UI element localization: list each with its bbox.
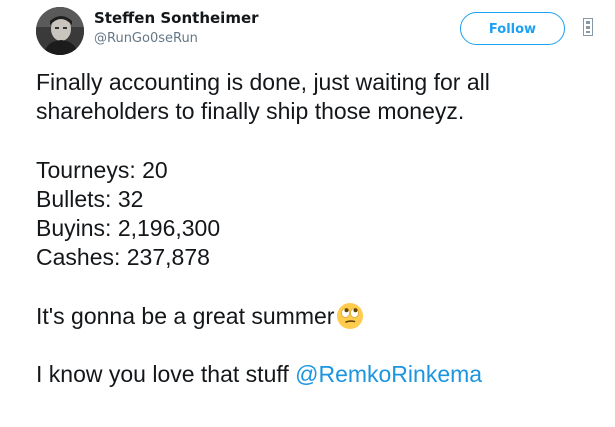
tweet-closing: I know you love that stuff @RemkoRinkema xyxy=(36,360,606,389)
tweet-stats: Tourneys: 20 Bullets: 32 Buyins: 2,196,3… xyxy=(36,156,606,273)
tweet-intro-line: shareholders to finally ship those money… xyxy=(36,98,465,125)
tweet-card: Steffen Sontheimer @RunGo0seRun Follow F… xyxy=(0,0,615,427)
stat-cashes: Cashes: 237,878 xyxy=(36,244,210,271)
tweet-intro: Finally accounting is done, just waiting… xyxy=(36,68,606,127)
tweet-intro-line: Finally accounting is done, just waiting… xyxy=(36,69,490,95)
author-display-name[interactable]: Steffen Sontheimer xyxy=(94,9,259,27)
avatar-photo xyxy=(36,7,84,55)
closing-text: I know you love that stuff xyxy=(36,361,296,388)
avatar[interactable] xyxy=(36,7,84,55)
stat-bullets: Bullets: 32 xyxy=(36,185,144,212)
stat-buyins: Buyins: 2,196,300 xyxy=(36,215,221,242)
tweet-text: Finally accounting is done, just waiting… xyxy=(36,68,606,389)
rolling-eyes-emoji-icon xyxy=(336,302,364,330)
tweet-summer: It's gonna be a great summer xyxy=(36,302,606,331)
more-options-icon[interactable] xyxy=(583,18,593,36)
stat-tourneys: Tourneys: 20 xyxy=(36,156,168,183)
mention-link[interactable]: @RemkoRinkema xyxy=(295,361,482,387)
follow-button[interactable]: Follow xyxy=(460,12,565,45)
author-handle[interactable]: @RunGo0seRun xyxy=(94,31,198,46)
summer-text: It's gonna be a great summer xyxy=(36,302,335,329)
